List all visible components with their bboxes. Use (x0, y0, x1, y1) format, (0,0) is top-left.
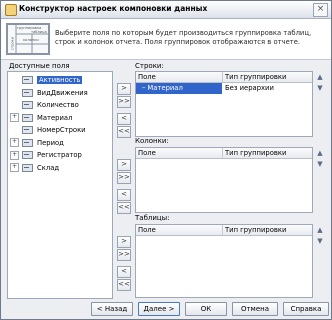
field-icon (22, 113, 33, 122)
tables-remove-all-button[interactable]: << (117, 279, 131, 291)
columns-up-icon[interactable]: ▲ (315, 149, 325, 157)
tables-col-type[interactable]: Тип группировки (223, 225, 311, 235)
tree-item-label: Склад (37, 163, 60, 172)
rows-add-button[interactable]: > (117, 83, 131, 95)
rows-add-all-button[interactable]: >> (117, 96, 131, 108)
field-icon (22, 101, 33, 109)
next-button[interactable]: Далее > (138, 302, 180, 316)
app-icon (5, 4, 17, 16)
columns-col-field[interactable]: Поле (136, 148, 223, 158)
field-icon (22, 76, 33, 84)
tables-title: Таблицы: (135, 214, 170, 222)
rows-grid-row[interactable]: – Материал Без иерархии (136, 83, 312, 94)
image-label-columns: колонки (23, 38, 39, 42)
columns-grid[interactable]: Поле Тип группировки (135, 147, 313, 213)
tables-add-button[interactable]: > (117, 236, 131, 248)
rows-title: Строки: (135, 62, 164, 70)
rows-row-field[interactable]: – Материал (136, 83, 222, 94)
available-fields-title: Доступные поля (9, 62, 70, 70)
wizard-description: Выберите поля по которым будет производи… (55, 29, 312, 46)
field-icon (22, 138, 33, 147)
columns-remove-button[interactable]: < (117, 189, 131, 201)
columns-down-icon[interactable]: ▼ (315, 160, 325, 168)
tree-item-label: ВидДвижения (37, 88, 88, 97)
expand-icon[interactable]: + (10, 150, 19, 160)
tree-item-label: Активность (37, 76, 83, 84)
rows-grid[interactable]: Поле Тип группировки – Материал Без иерар… (135, 71, 313, 137)
rows-up-icon[interactable]: ▲ (315, 73, 325, 81)
tables-up-icon[interactable]: ▲ (315, 226, 325, 234)
tree-item[interactable]: +ВидДвижения (10, 87, 88, 99)
columns-remove-all-button[interactable]: << (117, 202, 131, 214)
tables-grid-header: Поле Тип группировки (136, 225, 312, 236)
wizard-header: группировка таблица колонки строки Выбер… (1, 19, 331, 60)
columns-add-button[interactable]: > (117, 159, 131, 171)
expand-icon[interactable]: + (10, 113, 19, 122)
field-icon (22, 126, 33, 134)
rows-down-icon[interactable]: ▼ (315, 84, 325, 92)
tree-item[interactable]: +Количество (10, 99, 79, 111)
field-icon (22, 151, 33, 159)
cancel-button[interactable]: Отмена (232, 302, 278, 316)
field-icon (22, 88, 33, 97)
row-field-icon: – (142, 84, 146, 92)
tables-grid[interactable]: Поле Тип группировки (135, 224, 313, 298)
tree-item[interactable]: + Период (10, 137, 64, 149)
rows-remove-all-button[interactable]: << (117, 126, 131, 138)
expand-icon[interactable]: + (10, 138, 19, 147)
tree-item[interactable]: + Склад (10, 162, 59, 174)
columns-add-all-button[interactable]: >> (117, 172, 131, 184)
tree-item-label: Количество (37, 101, 79, 109)
rows-row-type[interactable]: Без иерархии (223, 83, 311, 94)
columns-col-type[interactable]: Тип группировки (223, 148, 311, 158)
columns-title: Колонки: (135, 137, 169, 145)
dialog-window: Конструктор настроек компоновки данных ×… (0, 0, 332, 320)
rows-row-field-label: Материал (147, 84, 183, 92)
window-title: Конструктор настроек компоновки данных (19, 4, 208, 13)
tree-item[interactable]: + Регистратор (10, 149, 82, 161)
tree-item[interactable]: + Материал (10, 112, 72, 124)
tables-add-all-button[interactable]: >> (117, 249, 131, 261)
expand-icon[interactable]: + (10, 163, 19, 172)
rows-grid-header: Поле Тип группировки (136, 72, 312, 83)
tables-down-icon[interactable]: ▼ (315, 237, 325, 245)
title-bar[interactable]: Конструктор настроек компоновки данных × (1, 1, 331, 19)
rows-col-type[interactable]: Тип группировки (223, 72, 311, 82)
tree-item-label: Период (37, 138, 64, 147)
tree-item[interactable]: +Активность (10, 74, 83, 86)
back-button[interactable]: < Назад (91, 302, 133, 316)
tables-col-field[interactable]: Поле (136, 225, 223, 235)
grouping-table-illustration: группировка таблица колонки строки (6, 23, 50, 55)
image-label-rows: строки (11, 36, 15, 50)
tree-item-label: Регистратор (37, 151, 82, 159)
tables-remove-button[interactable]: < (117, 266, 131, 278)
tree-item-label: НомерСтроки (37, 126, 86, 134)
close-button[interactable]: × (313, 3, 328, 17)
image-label-table: таблица (31, 30, 47, 34)
rows-col-field[interactable]: Поле (136, 72, 223, 82)
tree-item[interactable]: +НомерСтроки (10, 124, 86, 136)
columns-grid-header: Поле Тип группировки (136, 148, 312, 159)
ok-button[interactable]: ОК (185, 302, 227, 316)
available-fields-tree[interactable]: +Активность+ВидДвижения+Количество+Матер… (7, 71, 113, 299)
help-button[interactable]: Справка (283, 302, 329, 316)
field-icon (22, 163, 33, 172)
rows-remove-button[interactable]: < (117, 113, 131, 125)
tree-item-label: Материал (37, 113, 73, 122)
